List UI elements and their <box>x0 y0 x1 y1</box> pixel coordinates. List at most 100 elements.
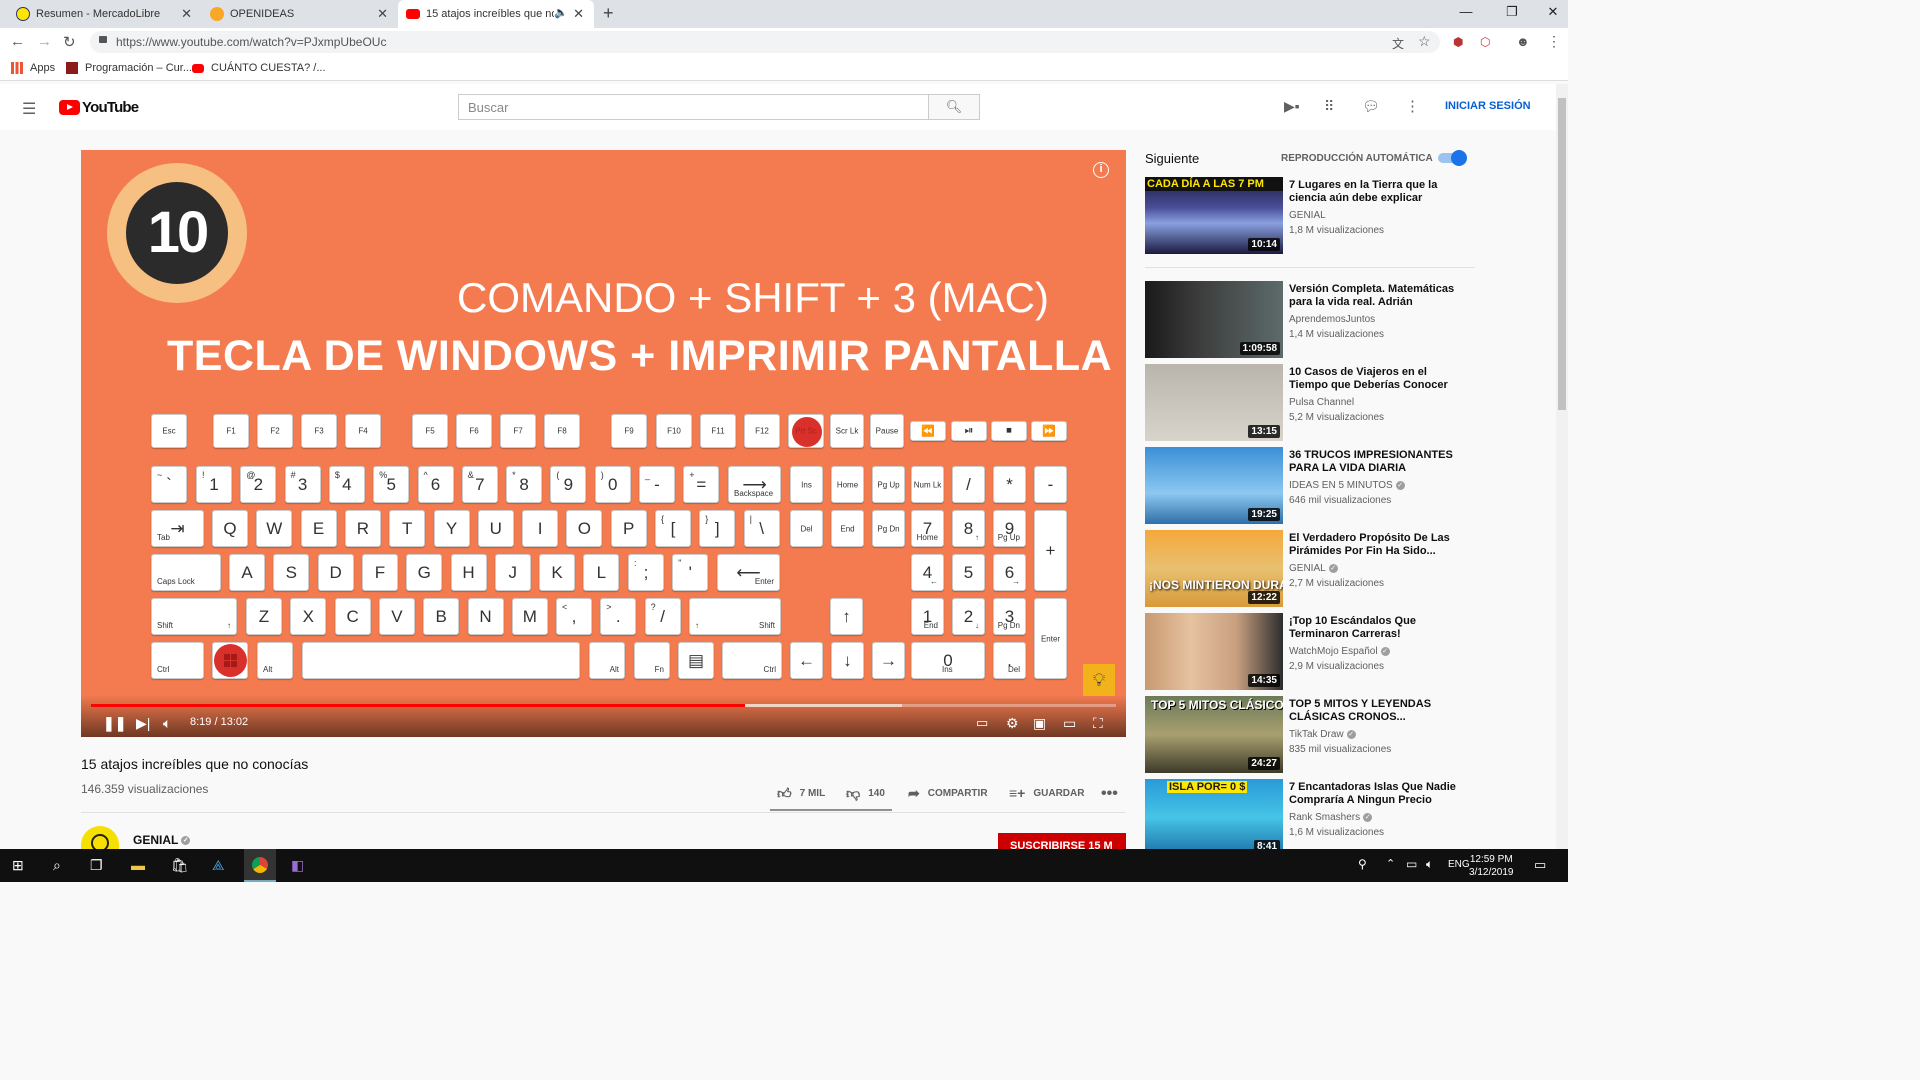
people-icon[interactable]: ⚲ <box>1358 857 1367 871</box>
recommended-video-card[interactable]: 1:09:58 Versión Completa. Matemáticas par… <box>1145 281 1475 359</box>
recommended-video-card[interactable]: 14:35 ¡Top 10 Escándalos Que Terminaron C… <box>1145 613 1475 691</box>
file-explorer-icon[interactable]: ▬ <box>131 857 145 873</box>
theater-mode-icon[interactable]: ▭ <box>1063 715 1076 732</box>
network-icon[interactable]: ▭ <box>1406 857 1417 871</box>
reload-icon[interactable]: ↻ <box>63 33 76 51</box>
youtube-logo[interactable]: YouTube <box>59 99 139 116</box>
chrome-taskbar-button[interactable] <box>244 849 276 882</box>
next-video-icon[interactable]: ▶| <box>136 715 150 732</box>
windows-start-icon[interactable]: ⊞ <box>12 857 24 874</box>
info-icon[interactable]: i <box>1093 162 1109 178</box>
close-tab-icon[interactable]: ✕ <box>377 6 388 22</box>
back-arrow-icon[interactable]: ← <box>10 33 25 50</box>
bookmark-programacion[interactable]: Programación – Cur... <box>66 62 192 74</box>
notifications-icon[interactable]: ▭ <box>1534 857 1546 873</box>
tab-mercadolibre[interactable]: Resumen - MercadoLibre ✕ <box>8 0 202 28</box>
chrome-menu-icon[interactable]: ⋮ <box>1547 33 1561 50</box>
close-tab-icon[interactable]: ✕ <box>573 6 584 22</box>
subtitles-icon[interactable]: ▭ <box>976 715 988 731</box>
speaker-icon[interactable]: 🔈 <box>554 6 568 19</box>
show-hidden-icons-icon[interactable]: ⌃ <box>1386 857 1395 870</box>
recommended-channel-name[interactable]: Pulsa Channel <box>1289 397 1354 408</box>
search-input[interactable]: Buscar <box>458 94 929 120</box>
clock[interactable]: 12:59 PM 3/12/2019 <box>1469 853 1514 879</box>
recommended-video-title[interactable]: El Verdadero Propósito De Las Pirámides … <box>1289 532 1459 558</box>
recommended-channel-name[interactable]: IDEAS EN 5 MINUTOS ✓ <box>1289 480 1405 491</box>
forward-arrow-icon[interactable]: → <box>37 33 52 50</box>
profile-avatar-icon[interactable]: ☻ <box>1516 34 1530 49</box>
adblock-extension-icon[interactable]: ⬡ <box>1480 35 1490 49</box>
dislike-button[interactable]: 👎︎ 140 <box>846 785 885 802</box>
create-video-icon[interactable]: ▶▪ <box>1284 98 1300 115</box>
channel-name[interactable]: GENIAL ✓ <box>133 833 191 847</box>
recommended-video-card[interactable]: TOP 5 MITOS CLÁSICOS 24:27 TOP 5 MITOS Y L… <box>1145 696 1475 774</box>
video-thumbnail[interactable]: 1:09:58 <box>1145 281 1283 358</box>
pause-icon[interactable]: ❚❚ <box>103 715 126 732</box>
bookmark-cuanto-cuesta[interactable]: CUÁNTO CUESTA? /... <box>192 62 326 74</box>
tab-openideas[interactable]: OPENIDEAS ✕ <box>202 0 398 28</box>
hamburger-menu-icon[interactable]: ☰ <box>22 99 36 119</box>
share-button[interactable]: ➦ COMPARTIR <box>908 785 988 802</box>
recommended-video-title[interactable]: TOP 5 MITOS Y LEYENDAS CLÁSICAS CRONOS..… <box>1289 698 1459 724</box>
signin-button[interactable]: INICIAR SESIÓN <box>1445 100 1531 112</box>
scrollbar-thumb[interactable] <box>1558 98 1566 410</box>
search-button[interactable]: 🔍︎ <box>928 94 980 120</box>
settings-more-icon[interactable]: ⋮ <box>1405 97 1420 115</box>
recommended-video-card[interactable]: CADA DÍA A LAS 7 PM 10:14 7 Lugares en la … <box>1145 177 1475 255</box>
recommended-channel-name[interactable]: Rank Smashers ✓ <box>1289 812 1373 823</box>
apps-grid-icon[interactable]: ⠿ <box>1324 98 1334 115</box>
recommended-channel-name[interactable]: GENIAL ✓ <box>1289 563 1338 574</box>
video-thumbnail[interactable]: 19:25 <box>1145 447 1283 524</box>
lock-icon[interactable] <box>99 36 107 43</box>
new-tab-button[interactable]: + <box>603 3 614 24</box>
more-actions-icon[interactable]: ••• <box>1101 785 1118 803</box>
video-thumbnail[interactable]: 13:15 <box>1145 364 1283 441</box>
recommended-video-title[interactable]: Versión Completa. Matemáticas para la vi… <box>1289 283 1459 310</box>
video-thumbnail[interactable]: CADA DÍA A LAS 7 PM 10:14 <box>1145 177 1283 254</box>
vscode-icon[interactable]: ⟁ <box>212 857 225 874</box>
tab-youtube-video[interactable]: 15 atajos increíbles que no co 🔈 ✕ <box>398 0 594 28</box>
translate-icon[interactable]: 文 <box>1392 35 1404 52</box>
like-button[interactable]: 👍︎ 7 MIL <box>777 785 825 802</box>
video-thumbnail[interactable]: 14:35 <box>1145 613 1283 690</box>
recommended-channel-name[interactable]: GENIAL <box>1289 210 1326 221</box>
close-tab-icon[interactable]: ✕ <box>181 6 192 22</box>
bookmark-star-icon[interactable]: ☆ <box>1418 33 1431 50</box>
search-icon[interactable]: ⌕ <box>53 857 61 874</box>
messages-icon[interactable]: 💬︎ <box>1362 98 1380 115</box>
recommended-channel-name[interactable]: AprendemosJuntos <box>1289 314 1375 325</box>
volume-icon[interactable]: 🔈︎ <box>1426 857 1433 872</box>
fullscreen-icon[interactable]: ⛶ <box>1093 715 1103 732</box>
video-player[interactable]: 10 COMANDO + SHIFT + 3 (MAC) TECLA DE WI… <box>81 150 1126 737</box>
recommended-video-title[interactable]: 36 TRUCOS IMPRESIONANTES PARA LA VIDA DI… <box>1289 449 1459 475</box>
recommended-video-card[interactable]: 13:15 10 Casos de Viajeros en el Tiempo q… <box>1145 364 1475 442</box>
miniplayer-icon[interactable]: ▣ <box>1033 715 1046 732</box>
extension-icon[interactable]: ⬢ <box>1453 35 1463 49</box>
close-window-icon[interactable]: ✕ <box>1538 4 1568 20</box>
language-indicator[interactable]: ENG <box>1448 859 1470 870</box>
visual-studio-icon[interactable]: ◧ <box>291 857 304 874</box>
autoplay-toggle-knob[interactable] <box>1451 150 1467 166</box>
recommended-channel-name[interactable]: WatchMojo Español ✓ <box>1289 646 1390 657</box>
recommended-channel-name[interactable]: TikTak Draw ✓ <box>1289 729 1356 740</box>
restore-window-icon[interactable]: ❐ <box>1497 4 1527 20</box>
task-view-icon[interactable]: ❐ <box>90 857 103 874</box>
recommended-video-card[interactable]: ISLA POR= 0 $8:41 7 Encantadoras Islas Qu… <box>1145 779 1475 857</box>
video-thumbnail[interactable]: ¡NOS MINTIERON DURANTE12:22 <box>1145 530 1283 607</box>
recommended-video-title[interactable]: ¡Top 10 Escándalos Que Terminaron Carrer… <box>1289 615 1459 641</box>
store-icon[interactable]: 🛍︎ <box>171 857 189 874</box>
recommended-video-card[interactable]: ¡NOS MINTIERON DURANTE12:22El Verdadero … <box>1145 530 1475 608</box>
recommended-video-title[interactable]: 10 Casos de Viajeros en el Tiempo que De… <box>1289 366 1459 392</box>
url-field[interactable]: https://www.youtube.com/watch?v=PJxmpUbe… <box>90 31 1440 53</box>
video-thumbnail[interactable]: ISLA POR= 0 $8:41 <box>1145 779 1283 856</box>
minimize-window-icon[interactable]: — <box>1451 4 1481 19</box>
settings-gear-icon[interactable]: ⚙ <box>1006 715 1019 732</box>
save-button[interactable]: ≡+ GUARDAR <box>1009 785 1084 801</box>
recommended-video-card[interactable]: 19:25 36 TRUCOS IMPRESIONANTES PARA LA VI… <box>1145 447 1475 525</box>
recommended-video-title[interactable]: 7 Lugares en la Tierra que la ciencia aú… <box>1289 179 1459 205</box>
video-thumbnail[interactable]: TOP 5 MITOS CLÁSICOS 24:27 <box>1145 696 1283 773</box>
volume-icon[interactable]: 🔈︎ <box>163 715 171 732</box>
key-a: A <box>229 554 265 591</box>
recommended-video-title[interactable]: 7 Encantadoras Islas Que Nadie Compraría… <box>1289 781 1459 807</box>
bookmark-apps[interactable]: Apps <box>11 62 55 74</box>
